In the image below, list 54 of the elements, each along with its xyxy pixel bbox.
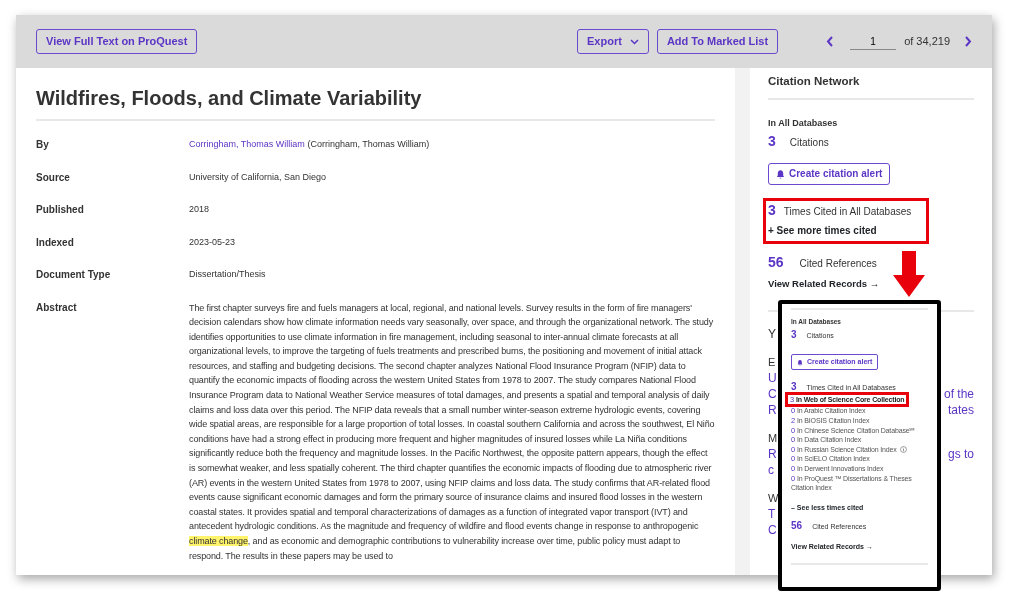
field-label: Document Type	[36, 268, 112, 282]
link-fragment[interactable]: T	[768, 506, 776, 523]
bell-icon	[776, 168, 785, 179]
link-fragment[interactable]: c	[768, 462, 774, 479]
field-label: By	[36, 138, 50, 152]
abstract-text: The first chapter surveys fire and fuels managers at local, regional, and national levels. Survey results in the form of fire managers' decision calendars show how climate information needs vary seasonally, over space, and through the organizational network. The study identifies opportunities to use climate information in fire management, including seasonal to inter-annual climate forecasts at all organizational levels, to improve the targeting of fuels treatments and prescribed burns, the positioning and movement of initial attack resources, and staffing and budgeting decisions. The second chapter analyzes National Flood Insurance Program (NFIP) data to quantify the economic impacts of flooding across the western United States from 1978 to 2007. The study compares National Flood Insurance Program data to National Weather Service measures of total damages, and presents a spatial and temporal analysis of daily claims and loss data over this period. The NFIP data reveals that a small number winter-season extreme hydrologic events, covering wide spatial areas, are responsible for a large proportion of total losses. In coastal southern California and across the southwest, El Niño conditions have had a strong effect in producing more frequent and higher magnitudes of insured losses while La Niña conditions significantly reduce both the frequency and magnitude losses. In the Pacific Northwest, the opposite pattern appears, though the effect is somewhat weaker, and less spatially coherent. The third chapter quantifies the economic impacts of flooding due to atmospheric river (AR) events in the western United States from 1978 to 2007, using NFIP claims and loss data. The study confirms that AR-related flood events cause significant economic damages and form the primary source of insurance claims and insured flood losses in the western coastal states. It provides spatial and temporal characterizations of damages as a function of integrated vapor transport (IVT) and antecedent hydrologic conditions. As the magnitude and frequency of wildfire and flood events change in response to anthropogenic climate change, and as economic and demographic contributions to vulnerability increase over time, public policy must adapt to respond. The results in these papers may be used to	[189, 301, 715, 563]
link-fragment[interactable]: U	[768, 370, 777, 387]
cited-references-count: 56	[768, 253, 784, 271]
text-fragment: W	[768, 491, 779, 507]
see-more-link[interactable]: + See more times cited	[768, 223, 877, 237]
link-fragment[interactable]: of the	[943, 386, 974, 403]
text-fragment: E	[768, 355, 776, 371]
page-total: of 34,219	[904, 34, 950, 50]
field-label: Abstract	[36, 300, 78, 315]
text-fragment: M	[768, 431, 778, 447]
field-value: 2018	[189, 203, 210, 216]
link-fragment[interactable]: C	[768, 386, 777, 403]
bell-icon	[797, 358, 803, 366]
previous-icon[interactable]	[826, 36, 835, 47]
field-value: University of California, San Diego	[189, 170, 327, 184]
author-name: (Corringham, Thomas William)	[307, 139, 430, 149]
citation-count: 3	[791, 328, 797, 341]
create-alert-button[interactable]: Create citation alert	[768, 162, 891, 185]
record-title: Wildfires, Floods, and Climate Variability	[36, 86, 715, 121]
caret-icon	[629, 38, 639, 45]
author-link[interactable]: Corringham, Thomas William	[189, 139, 305, 149]
link-fragment[interactable]: R	[768, 446, 777, 463]
link-fragment[interactable]: gs to	[948, 446, 974, 463]
field-label: Published	[36, 203, 85, 217]
field-value: Dissertation/Thesis	[189, 268, 266, 281]
cited-references-count: 56	[791, 520, 803, 533]
field-label: Source	[36, 170, 71, 185]
related-records-link[interactable]: View Related Records →	[768, 277, 880, 292]
link-fragment[interactable]: tates	[948, 402, 974, 419]
times-cited-count: 3	[768, 200, 776, 219]
scope-label: In All Databases	[768, 117, 839, 131]
link-fragment[interactable]: C	[768, 522, 777, 539]
text-fragment: Y	[768, 326, 776, 343]
export-button[interactable]: Export	[577, 28, 649, 55]
citation-count: 3	[768, 132, 776, 150]
field-value: 2023-05-23	[189, 235, 236, 249]
page-field[interactable]: 1	[850, 33, 897, 50]
add-to-marked-list-button[interactable]: Add To Marked List	[656, 28, 779, 55]
info-icon	[899, 445, 907, 453]
field-label: Indexed	[36, 235, 75, 250]
times-cited-count: 3	[791, 380, 797, 393]
next-icon[interactable]	[964, 36, 972, 47]
full-text-button[interactable]: View Full Text on ProQuest	[36, 28, 198, 55]
callout-arrow	[893, 250, 925, 298]
times-cited-label: Times Cited in All Databases	[783, 204, 912, 218]
link-fragment[interactable]: R	[768, 402, 777, 419]
cited-references-label: Cited References	[799, 257, 877, 270]
citations-label: Citations	[789, 136, 829, 149]
section-title: Citation Network	[768, 68, 974, 101]
